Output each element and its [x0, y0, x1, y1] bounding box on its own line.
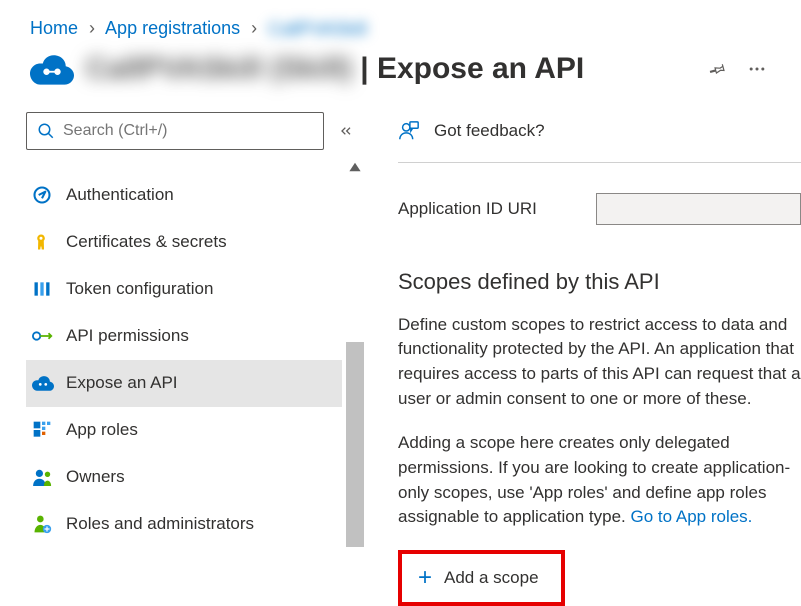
sidebar-item-authentication[interactable]: Authentication [26, 172, 342, 219]
sidebar-item-label: Expose an API [66, 373, 178, 393]
roles-icon [32, 514, 60, 534]
page-title: | Expose an API [360, 52, 584, 86]
scopes-description-1: Define custom scopes to restrict access … [398, 313, 801, 412]
sidebar-item-roles-and-administrators[interactable]: Roles and administrators [26, 501, 342, 548]
scrollbar-thumb[interactable] [346, 342, 364, 547]
feedback-label: Got feedback? [434, 121, 545, 141]
sidebar-item-label: Token configuration [66, 279, 213, 299]
collapse-sidebar-icon[interactable] [336, 121, 356, 141]
app-id-uri-input[interactable] [596, 193, 801, 225]
sidebar-item-owners[interactable]: Owners [26, 454, 342, 501]
breadcrumb-home[interactable]: Home [30, 18, 78, 38]
more-icon[interactable] [743, 55, 771, 83]
breadcrumb-sep-icon: › [89, 18, 95, 38]
sidebar-item-label: Roles and administrators [66, 514, 254, 534]
go-to-app-roles-link[interactable]: Go to App roles. [631, 507, 753, 526]
sidebar-item-label: Owners [66, 467, 125, 487]
divider [398, 162, 801, 163]
search-icon [37, 122, 55, 140]
sidebar-item-expose-an-api[interactable]: Expose an API [26, 360, 342, 407]
scrollbar-track[interactable] [346, 162, 364, 547]
breadcrumb-app-registrations[interactable]: App registrations [105, 18, 240, 38]
feedback-icon [398, 120, 420, 142]
token-icon [32, 279, 60, 299]
search-input[interactable] [63, 122, 313, 140]
exposeapi-icon [32, 375, 60, 391]
sidebar-item-app-roles[interactable]: App roles [26, 407, 342, 454]
add-scope-highlight: + Add a scope [398, 550, 565, 606]
plus-icon: + [418, 566, 432, 590]
app-id-uri-label: Application ID URI [398, 199, 596, 219]
sidebar-item-api-permissions[interactable]: API permissions [26, 313, 342, 360]
sidebar-item-token-configuration[interactable]: Token configuration [26, 266, 342, 313]
app-id-uri-row: Application ID URI [398, 193, 801, 225]
feedback-link[interactable]: Got feedback? [398, 112, 801, 150]
app-name-blurred: CallPVASkill (Skill) [86, 52, 352, 86]
scopes-description-2: Adding a scope here creates only delegat… [398, 431, 801, 530]
apiperm-icon [32, 327, 60, 345]
sidebar: Authentication Certificates & secrets Toke… [26, 112, 364, 558]
pin-icon[interactable] [703, 55, 731, 83]
sidebar-item-label: API permissions [66, 326, 189, 346]
search-box[interactable] [26, 112, 324, 150]
main-content: Got feedback? Application ID URI Scopes … [364, 112, 801, 558]
sidebar-item-label: Certificates & secrets [66, 232, 227, 252]
owners-icon [32, 468, 60, 486]
sidebar-scroll: Authentication Certificates & secrets Toke… [26, 162, 364, 547]
sidebar-item-label: App roles [66, 420, 138, 440]
breadcrumb-current[interactable]: CallPVASkill [268, 19, 367, 40]
auth-icon [32, 185, 60, 205]
sidebar-item-label: Authentication [66, 185, 174, 205]
key-icon [32, 232, 60, 252]
app-cloud-icon [30, 53, 74, 85]
sidebar-item-certificates-secrets[interactable]: Certificates & secrets [26, 219, 342, 266]
add-scope-button[interactable]: + Add a scope [406, 558, 557, 598]
breadcrumb: Home › App registrations › CallPVASkill [0, 0, 801, 50]
add-scope-label: Add a scope [444, 568, 539, 588]
scopes-section-title: Scopes defined by this API [398, 269, 801, 295]
approles-icon [32, 420, 60, 440]
title-bar: CallPVASkill (Skill) | Expose an API [0, 50, 801, 112]
breadcrumb-sep-icon: › [251, 18, 257, 38]
